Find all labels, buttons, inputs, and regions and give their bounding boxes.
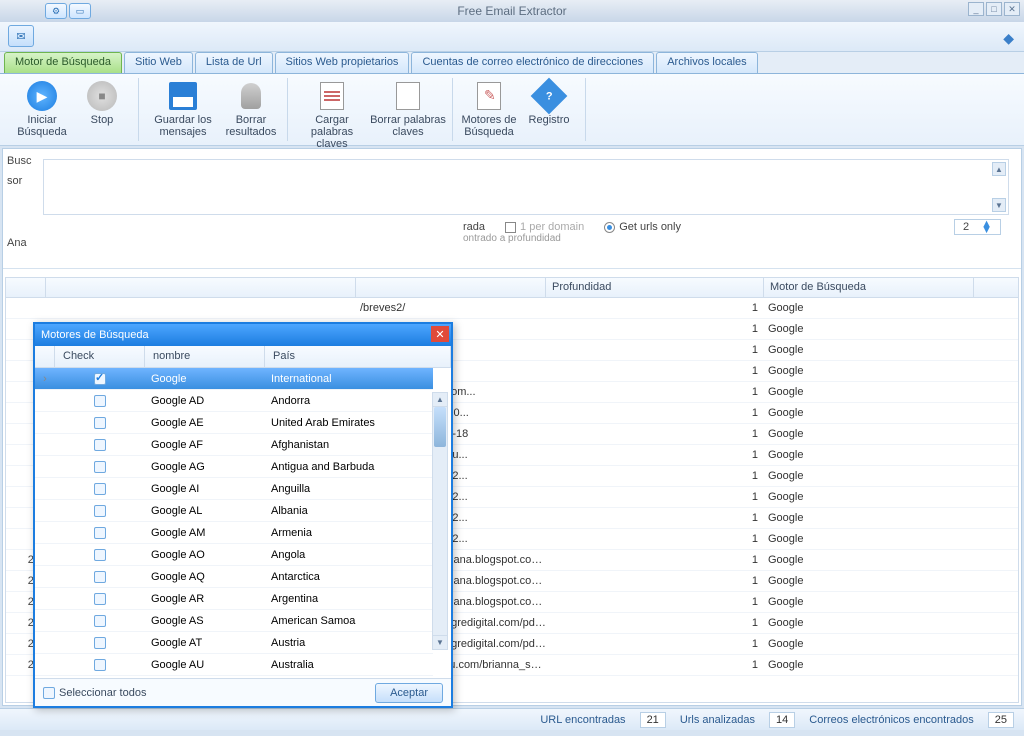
quick-settings-icon[interactable]: ⚙ bbox=[45, 3, 67, 19]
col-country[interactable]: País bbox=[265, 346, 451, 367]
col-engine[interactable]: Motor de Búsqueda bbox=[764, 278, 974, 297]
engine-row[interactable]: ›GoogleInternational bbox=[35, 368, 433, 390]
per-domain-checkbox[interactable]: 1 per domain bbox=[505, 221, 584, 233]
col-email[interactable] bbox=[46, 278, 356, 297]
maximize-button[interactable]: □ bbox=[986, 2, 1002, 16]
search-panel: Busc sor Ana ▲ ▼ rada 1 per domain Get u… bbox=[3, 149, 1021, 269]
close-button[interactable]: ✕ bbox=[1004, 2, 1020, 16]
url-analyzed-label: Urls analizadas bbox=[680, 714, 755, 726]
tab-motor-de-búsqueda[interactable]: Motor de Búsqueda bbox=[4, 52, 122, 73]
window-title: Free Email Extractor bbox=[0, 4, 1024, 18]
col-depth[interactable]: Profundidad bbox=[546, 278, 764, 297]
engines-button[interactable]: Motores de Búsqueda bbox=[459, 78, 519, 138]
engine-row[interactable]: Google AIAnguilla bbox=[35, 478, 433, 500]
depth-spinner[interactable]: 2▲▼ bbox=[954, 219, 1001, 235]
clear-results-button[interactable]: Borrar resultados bbox=[221, 78, 281, 138]
scroll-down-icon[interactable]: ▼ bbox=[992, 198, 1006, 212]
engine-row[interactable]: Google ADAndorra bbox=[35, 390, 433, 412]
engine-row[interactable]: Google AMArmenia bbox=[35, 522, 433, 544]
dialog-title: Motores de Búsqueda bbox=[41, 329, 149, 341]
minimize-button[interactable]: _ bbox=[968, 2, 984, 16]
url-found-value: 21 bbox=[640, 712, 666, 728]
table-row[interactable]: /breves2/1Google bbox=[6, 298, 1018, 319]
engine-row[interactable]: Google AFAfghanistan bbox=[35, 434, 433, 456]
tab-sitios-web-propietarios[interactable]: Sitios Web propietarios bbox=[275, 52, 410, 73]
status-bar: URL encontradas 21 Urls analizadas 14 Co… bbox=[0, 708, 1024, 730]
engine-row[interactable]: Google AQAntarctica bbox=[35, 566, 433, 588]
url-found-label: URL encontradas bbox=[540, 714, 625, 726]
opt-rada: rada bbox=[463, 221, 485, 233]
stop-button[interactable]: ■Stop bbox=[72, 78, 132, 126]
col-check[interactable]: Check bbox=[55, 346, 145, 367]
help-icon[interactable]: ◆ bbox=[1003, 30, 1014, 47]
main-tabs: Motor de BúsquedaSitio WebLista de UrlSi… bbox=[0, 52, 1024, 74]
ribbon-header: ✉ ◆ bbox=[0, 22, 1024, 52]
engine-row[interactable]: Google AGAntigua and Barbuda bbox=[35, 456, 433, 478]
toolbar: ▶Iniciar Búsqueda ■Stop Guardar los mens… bbox=[0, 74, 1024, 146]
clear-keywords-button[interactable]: Borrar palabras claves bbox=[370, 78, 446, 138]
get-urls-radio[interactable]: Get urls only bbox=[604, 221, 681, 233]
start-button[interactable]: ▶Iniciar Búsqueda bbox=[12, 78, 72, 138]
col-n[interactable] bbox=[6, 278, 46, 297]
depth-label: ontrado a profundidad bbox=[463, 233, 561, 244]
engine-row[interactable]: Google ASAmerican Samoa bbox=[35, 610, 433, 632]
app-icon[interactable]: ✉ bbox=[8, 25, 34, 47]
engine-row[interactable]: Google ARArgentina bbox=[35, 588, 433, 610]
busc-label: Busc bbox=[7, 155, 31, 167]
engine-row[interactable]: Google ATAustria bbox=[35, 632, 433, 654]
accept-button[interactable]: Aceptar bbox=[375, 683, 443, 703]
col-url[interactable] bbox=[356, 278, 546, 297]
engine-row[interactable]: Google AOAngola bbox=[35, 544, 433, 566]
emails-found-label: Correos electrónicos encontrados bbox=[809, 714, 973, 726]
emails-found-value: 25 bbox=[988, 712, 1014, 728]
dialog-close-button[interactable]: ✕ bbox=[431, 326, 449, 342]
col-name[interactable]: nombre bbox=[145, 346, 265, 367]
load-keywords-button[interactable]: Cargar palabras claves bbox=[294, 78, 370, 150]
titlebar: ⚙ ▭ Free Email Extractor _ □ ✕ bbox=[0, 0, 1024, 22]
tab-archivos-locales[interactable]: Archivos locales bbox=[656, 52, 757, 73]
url-analyzed-value: 14 bbox=[769, 712, 795, 728]
engine-row[interactable]: Google AWAruba bbox=[35, 676, 433, 678]
tab-lista-de-url[interactable]: Lista de Url bbox=[195, 52, 273, 73]
engine-row[interactable]: Google AEUnited Arab Emirates bbox=[35, 412, 433, 434]
tab-cuentas-de-correo-electrónico-de-direcciones[interactable]: Cuentas de correo electrónico de direcci… bbox=[411, 52, 654, 73]
dialog-scrollbar[interactable]: ▲▼ bbox=[432, 392, 448, 650]
quick-monitor-icon[interactable]: ▭ bbox=[69, 3, 91, 19]
select-all-checkbox[interactable]: Seleccionar todos bbox=[43, 687, 146, 699]
engine-row[interactable]: Google ALAlbania bbox=[35, 500, 433, 522]
save-button[interactable]: Guardar los mensajes bbox=[145, 78, 221, 138]
engines-dialog: Motores de Búsqueda ✕ Check nombre País … bbox=[33, 322, 453, 708]
ana-label: Ana bbox=[7, 237, 27, 249]
tab-sitio-web[interactable]: Sitio Web bbox=[124, 52, 193, 73]
register-button[interactable]: ?Registro bbox=[519, 78, 579, 126]
sor-label: sor bbox=[7, 175, 22, 187]
keywords-input[interactable]: ▲ ▼ bbox=[43, 159, 1009, 215]
engine-row[interactable]: Google AUAustralia bbox=[35, 654, 433, 676]
scroll-up-icon[interactable]: ▲ bbox=[992, 162, 1006, 176]
